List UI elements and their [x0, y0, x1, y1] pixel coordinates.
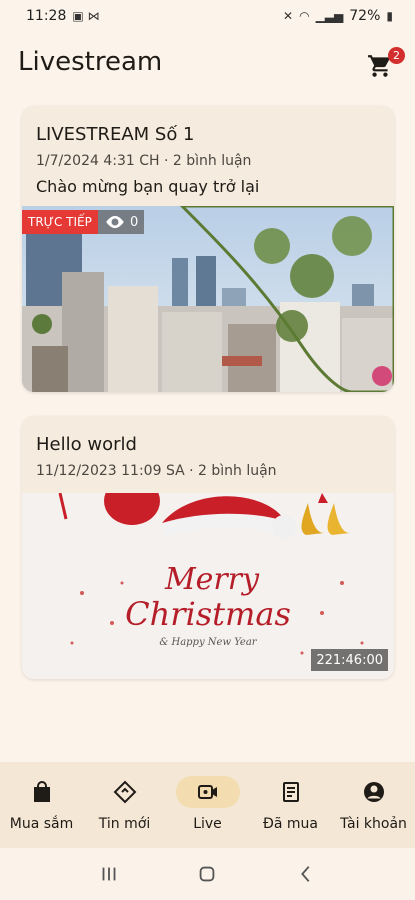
notification-icons: ▣ ⋈ [72, 9, 100, 23]
home-icon [200, 866, 215, 882]
wifi-icon: ◠ [299, 9, 310, 23]
happy-new-year-text: & Happy New Year [159, 637, 257, 648]
nav-label: Tài khoản [340, 816, 407, 832]
home-button[interactable] [187, 854, 227, 894]
nav-item-news[interactable]: Tin mới [83, 776, 166, 832]
page-title: Livestream [18, 47, 163, 77]
nav-icon-container [342, 776, 406, 808]
receipt-icon [282, 782, 299, 802]
nav-label: Tin mới [98, 816, 151, 832]
duration-badge: 221:46:00 [311, 649, 388, 671]
live-badge: TRỰC TIẾP [22, 210, 98, 234]
nav-icon-container [259, 776, 323, 808]
system-navigation [0, 848, 415, 900]
christmas-text: Christmas [125, 595, 291, 633]
cart-button[interactable]: 2 [367, 47, 405, 77]
nav-item-account[interactable]: Tài khoản [332, 776, 415, 832]
viewer-count: 0 [130, 214, 139, 230]
video-camera-icon [197, 785, 217, 799]
card-meta: 11/12/2023 11:09 SA · 2 bình luận [36, 463, 277, 479]
bottom-navigation: Mua sắm Tin mới Live Đã mua Tài khoản [0, 762, 415, 848]
nav-label: Live [193, 816, 222, 832]
shopping-bag-icon [33, 781, 50, 802]
status-left: 11:28 ▣ ⋈ [26, 8, 100, 24]
nav-label: Mua sắm [9, 816, 74, 832]
livestream-thumbnail[interactable]: TRỰC TIẾP 0 [22, 206, 394, 392]
recents-button[interactable] [89, 854, 129, 894]
news-tag-icon [113, 780, 136, 804]
nav-item-shopping[interactable]: Mua sắm [0, 776, 83, 832]
card-title: Hello world [36, 434, 137, 455]
nav-item-purchased[interactable]: Đã mua [249, 776, 332, 832]
card-meta: 1/7/2024 4:31 CH · 2 bình luận [36, 153, 252, 169]
viewer-count-badge: 0 [98, 210, 145, 234]
battery-icon: ▮ [386, 9, 393, 23]
livestream-card[interactable]: Hello world 11/12/2023 11:09 SA · 2 bình… [22, 416, 394, 679]
back-icon [300, 866, 310, 882]
status-bar: 11:28 ▣ ⋈ ✕ ◠ ▁▃▅ 72% ▮ [0, 0, 415, 32]
card-description: Chào mừng bạn quay trở lại [36, 177, 260, 196]
status-right: ✕ ◠ ▁▃▅ 72% ▮ [283, 8, 393, 24]
mute-icon: ✕ [283, 9, 294, 23]
battery-level: 72% [349, 8, 381, 24]
card-header: Hello world 11/12/2023 11:09 SA · 2 bình… [22, 416, 394, 493]
nav-item-live[interactable]: Live [166, 776, 249, 832]
livestream-thumbnail[interactable]: Merry Christmas & Happy New Year 221:46:… [22, 493, 394, 679]
app-bar: Livestream 2 [0, 34, 415, 90]
back-button[interactable] [286, 854, 326, 894]
livestream-feed: LIVESTREAM Số 1 1/7/2024 4:31 CH · 2 bìn… [22, 106, 394, 679]
recents-icon [102, 867, 116, 881]
merry-text: Merry [164, 562, 260, 597]
nav-icon-container [93, 776, 157, 808]
status-time: 11:28 [26, 8, 67, 24]
signal-icon: ▁▃▅ [315, 9, 344, 23]
nav-icon-container [10, 776, 74, 808]
nav-icon-container [175, 776, 240, 808]
livestream-card[interactable]: LIVESTREAM Số 1 1/7/2024 4:31 CH · 2 bìn… [22, 106, 394, 392]
eye-icon [106, 215, 124, 229]
card-title: LIVESTREAM Số 1 [36, 124, 195, 145]
cart-count-badge: 2 [388, 47, 405, 64]
nav-label: Đã mua [263, 816, 318, 832]
account-circle-icon [363, 782, 384, 802]
card-header: LIVESTREAM Số 1 1/7/2024 4:31 CH · 2 bìn… [22, 106, 394, 206]
